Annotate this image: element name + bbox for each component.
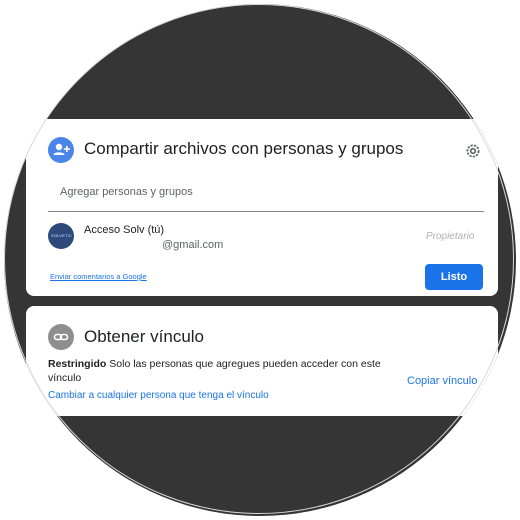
restriction-label[interactable]: Restringido <box>48 358 106 370</box>
change-access-link[interactable]: Cambiar a cualquier persona que tenga el… <box>48 390 269 401</box>
link-icon <box>48 324 74 350</box>
share-dialog: Compartir archivos con personas y grupos… <box>26 119 498 296</box>
copy-link-button[interactable]: Copiar vínculo <box>407 375 477 387</box>
avatar-logo-text: SOLVETIC <box>51 233 73 238</box>
add-person-icon <box>48 137 74 163</box>
link-dialog-title: Obtener vínculo <box>84 327 205 346</box>
user-email: @gmail.com <box>162 239 224 251</box>
add-people-input[interactable]: Agregar personas y grupos <box>48 175 484 212</box>
done-button[interactable]: Listo <box>425 264 483 290</box>
user-role: Propietario <box>426 231 475 242</box>
circular-frame: Compartir archivos con personas y grupos… <box>4 4 516 516</box>
feedback-link[interactable]: Enviar comentarios a Google <box>50 272 147 281</box>
gear-icon[interactable] <box>464 142 482 165</box>
avatar: SOLVETIC <box>48 223 74 249</box>
user-name: Acceso Solv (tú) <box>84 224 165 236</box>
share-dialog-title: Compartir archivos con personas y grupos <box>84 139 404 158</box>
restriction-text: Restringido Solo las personas que agregu… <box>48 357 388 385</box>
link-dialog: Obtener vínculo Restringido Solo las per… <box>26 306 498 416</box>
add-people-placeholder: Agregar personas y grupos <box>60 186 193 198</box>
